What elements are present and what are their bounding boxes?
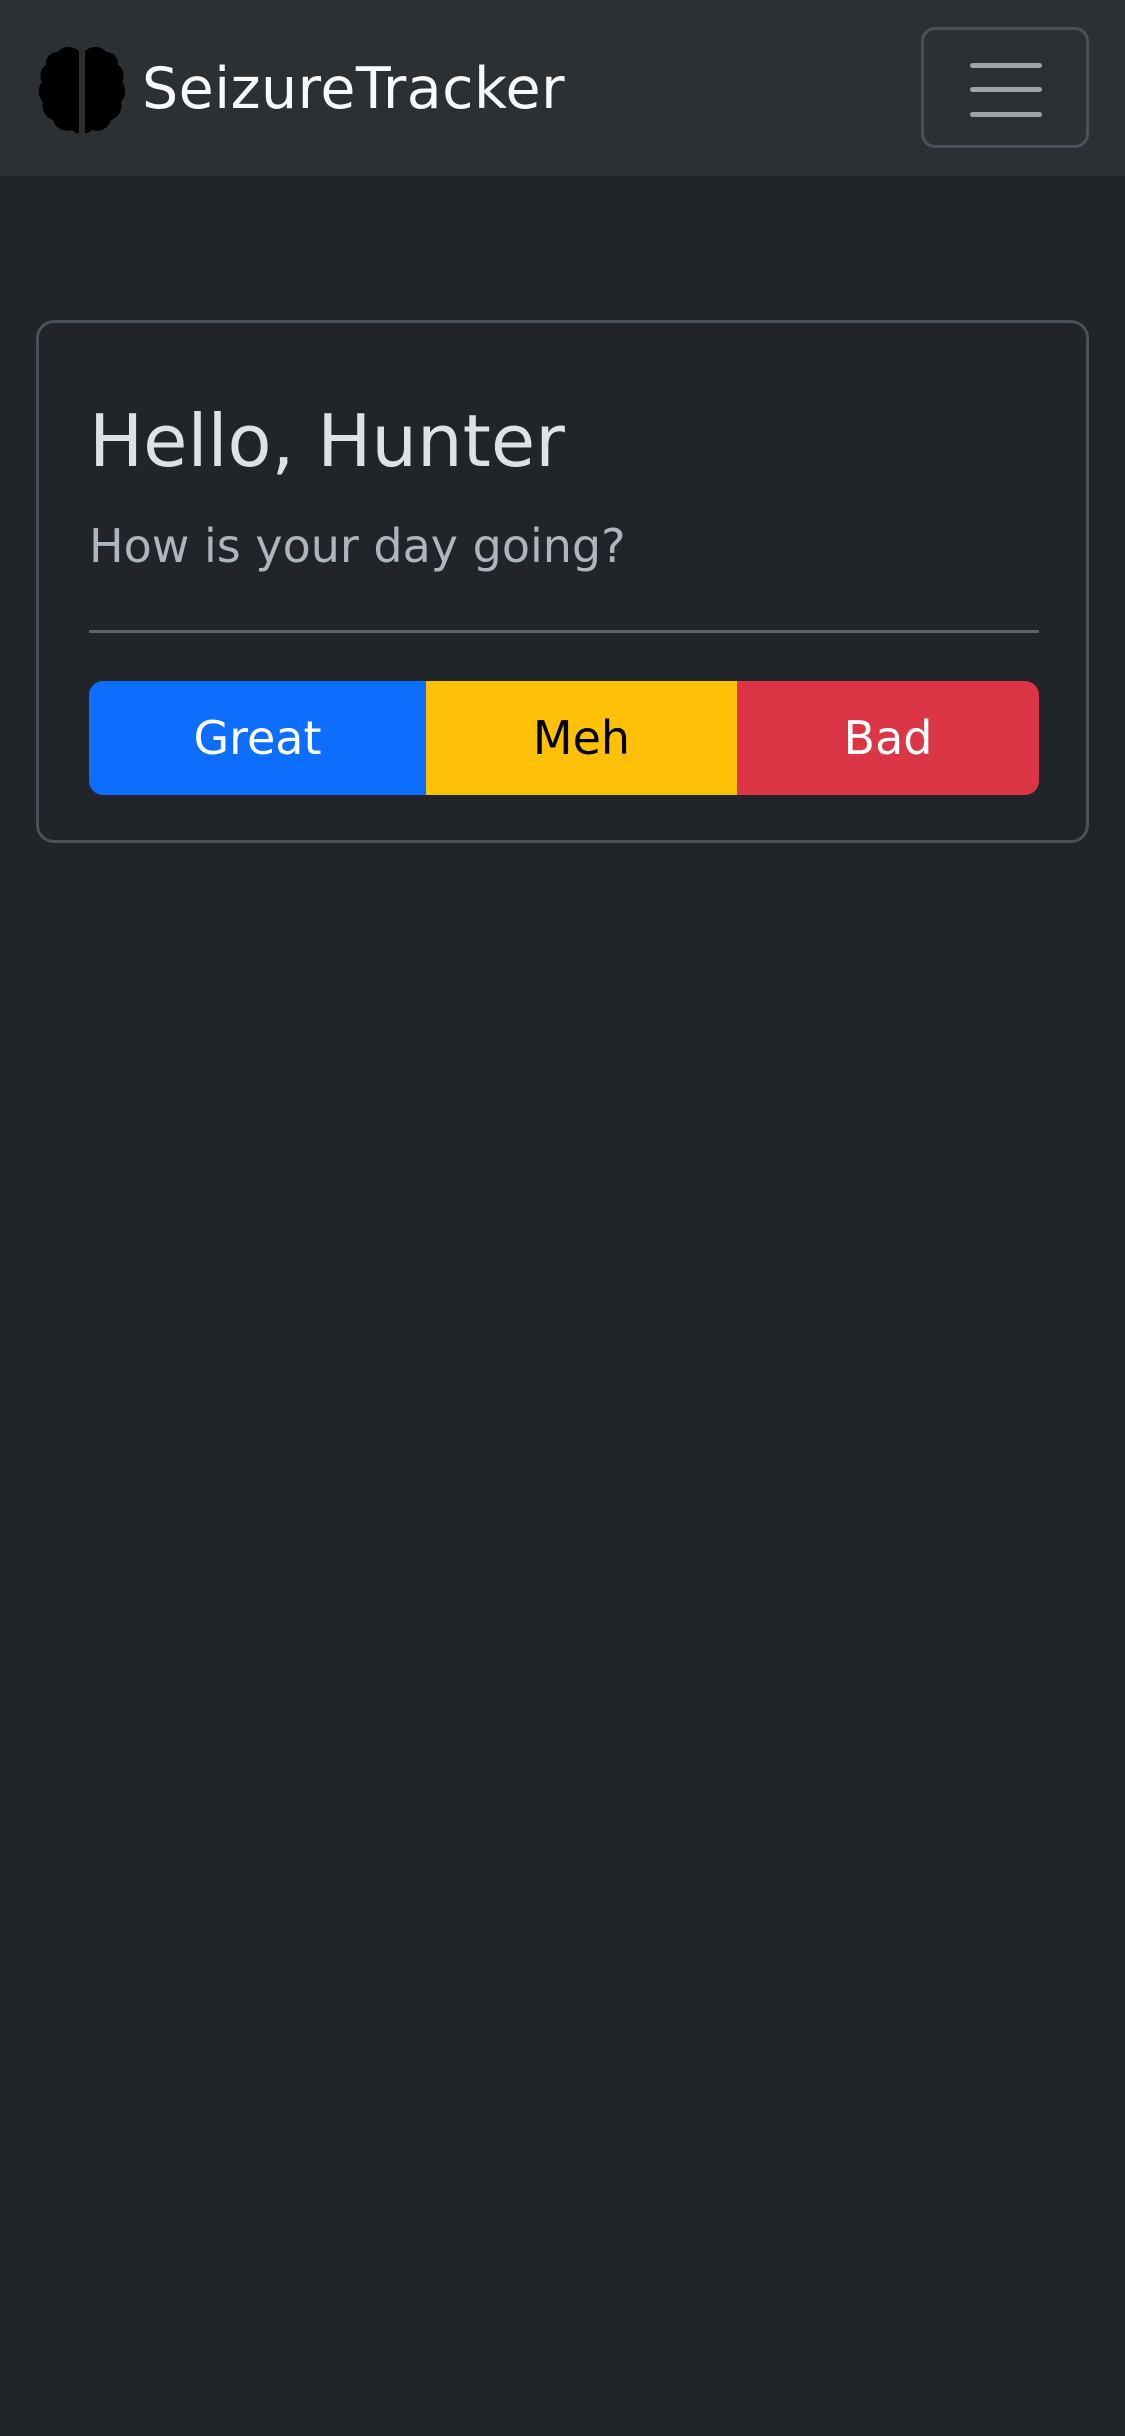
brain-icon xyxy=(38,46,126,134)
meh-button[interactable]: Meh xyxy=(426,681,737,795)
navbar-toggle-button[interactable] xyxy=(921,27,1089,148)
bad-button[interactable]: Bad xyxy=(737,681,1039,795)
brand-link[interactable]: SeizureTracker xyxy=(36,43,565,135)
greeting-card: Hello, Hunter How is your day going? Gre… xyxy=(36,320,1089,843)
top-navbar: SeizureTracker xyxy=(0,0,1125,176)
hamburger-menu-icon xyxy=(970,63,1042,117)
greeting-subtitle: How is your day going? xyxy=(89,519,626,573)
mood-button-group: Great Meh Bad xyxy=(89,681,1039,795)
great-button[interactable]: Great xyxy=(89,681,426,795)
divider xyxy=(89,630,1039,633)
greeting-title: Hello, Hunter xyxy=(89,399,565,483)
brand-name: SeizureTracker xyxy=(142,56,566,122)
